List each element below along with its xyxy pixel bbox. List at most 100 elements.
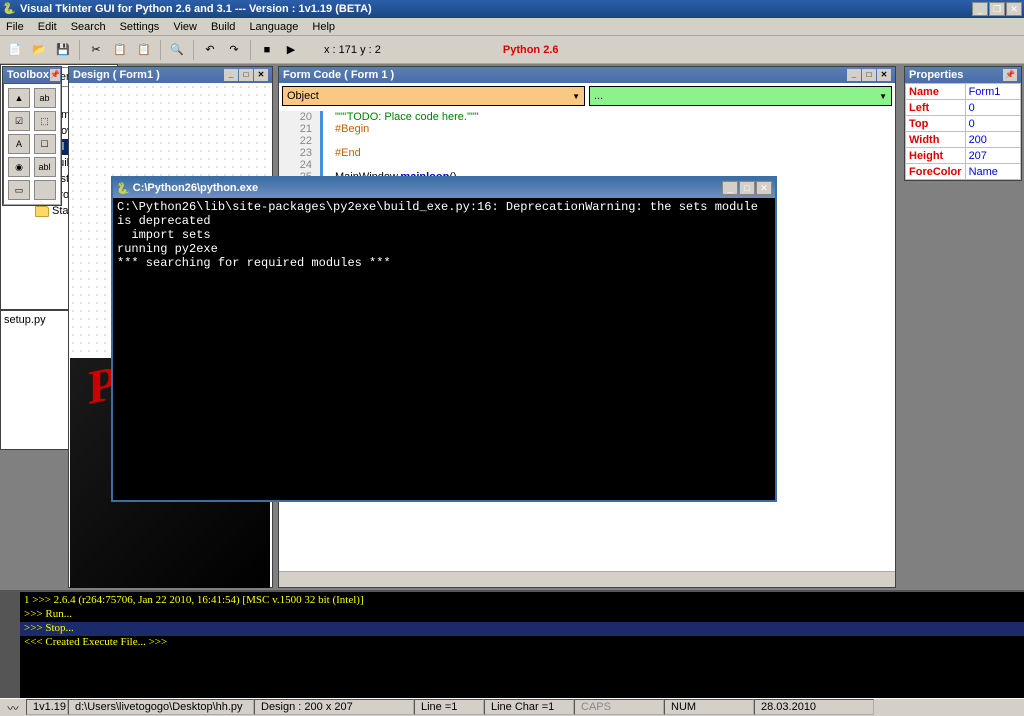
design-title-label: Design ( Form1 ) bbox=[73, 69, 160, 81]
folder-icon bbox=[35, 206, 49, 217]
toolbox-title: Toolbox 📌 bbox=[3, 67, 61, 83]
object-combo-label: Object bbox=[287, 90, 319, 102]
console-minimize-button[interactable]: _ bbox=[722, 181, 738, 195]
minimize-button[interactable]: _ bbox=[972, 2, 988, 16]
toolbar: 📄 📂 💾 ✂ 📋 📋 🔍 ↶ ↷ ■ ▶ x : 171 y : 2 Pyth… bbox=[0, 36, 1024, 64]
stop-button[interactable]: ■ bbox=[256, 39, 278, 61]
console-output[interactable]: C:\Python26\lib\site-packages\py2exe\bui… bbox=[113, 198, 775, 272]
new-button[interactable]: 📄 bbox=[4, 39, 26, 61]
console-icon: 🐍 bbox=[116, 182, 130, 195]
toolbox-panel: Toolbox 📌 ▲ab☑⬚A☐◉abl▭ bbox=[2, 66, 62, 206]
close-button[interactable]: ✕ bbox=[1006, 2, 1022, 16]
menu-help[interactable]: Help bbox=[312, 21, 335, 33]
prop-row[interactable]: ForeColorName bbox=[906, 164, 1021, 180]
maximize-button[interactable]: ❐ bbox=[989, 2, 1005, 16]
menu-settings[interactable]: Settings bbox=[120, 21, 160, 33]
menubar: File Edit Search Settings View Build Language H… bbox=[0, 18, 1024, 36]
tool-1[interactable]: ab bbox=[34, 88, 56, 108]
status-cell: Design : 200 x 207 bbox=[254, 699, 414, 715]
prop-row[interactable]: Width200 bbox=[906, 132, 1021, 148]
output-line[interactable]: >>> Run... bbox=[20, 608, 1024, 622]
code-line[interactable]: 23#End bbox=[279, 147, 895, 159]
menu-language[interactable]: Language bbox=[249, 21, 298, 33]
properties-title: Properties 📌 bbox=[905, 67, 1021, 83]
prop-row[interactable]: Height207 bbox=[906, 148, 1021, 164]
menu-view[interactable]: View bbox=[173, 21, 197, 33]
save-button[interactable]: 💾 bbox=[52, 39, 74, 61]
console-window: 🐍 C:\Python26\python.exe _ □ ✕ C:\Python… bbox=[111, 176, 777, 502]
statusbar: 〰 1v1.19d:\Users\livetogogo\Desktop\hh.p… bbox=[0, 698, 1024, 716]
status-icon: 〰 bbox=[0, 699, 26, 716]
formcode-title: Form Code ( Form 1 ) _ □ ✕ bbox=[279, 67, 895, 83]
design-min-button[interactable]: _ bbox=[224, 69, 238, 81]
code-line[interactable]: 20"""TODO: Place code here.""" bbox=[279, 111, 895, 123]
prop-row[interactable]: NameForm1 bbox=[906, 84, 1021, 100]
properties-table: NameForm1Left0Top0Width200Height207ForeC… bbox=[905, 83, 1021, 180]
menu-search[interactable]: Search bbox=[71, 21, 106, 33]
tool-3[interactable]: ⬚ bbox=[34, 111, 56, 131]
mouse-coords: x : 171 y : 2 bbox=[324, 44, 381, 56]
tool-9[interactable] bbox=[34, 180, 56, 200]
status-cell: 1v1.19 bbox=[26, 699, 68, 715]
code-line[interactable]: 24 bbox=[279, 159, 895, 171]
find-button[interactable]: 🔍 bbox=[166, 39, 188, 61]
object-combo[interactable]: Object▼ bbox=[282, 86, 585, 106]
output-gutter bbox=[0, 592, 20, 698]
undo-button[interactable]: ↶ bbox=[199, 39, 221, 61]
event-combo-label: ... bbox=[594, 90, 603, 102]
tool-7[interactable]: abl bbox=[34, 157, 56, 177]
output-panel: 1 >>> 2.6.4 (r264:75706, Jan 22 2010, 16… bbox=[0, 590, 1024, 698]
menu-build[interactable]: Build bbox=[211, 21, 235, 33]
status-cell: 28.03.2010 bbox=[754, 699, 874, 715]
code-line[interactable]: 22 bbox=[279, 135, 895, 147]
code-line[interactable]: 21#Begin bbox=[279, 123, 895, 135]
tool-6[interactable]: ◉ bbox=[8, 157, 30, 177]
toolbox-title-label: Toolbox bbox=[7, 69, 49, 81]
python-version: Python 2.6 bbox=[503, 44, 559, 56]
design-close-button[interactable]: ✕ bbox=[254, 69, 268, 81]
console-titlebar: 🐍 C:\Python26\python.exe _ □ ✕ bbox=[113, 178, 775, 198]
tool-0[interactable]: ▲ bbox=[8, 88, 30, 108]
workspace: Toolbox 📌 ▲ab☑⬚A☐◉abl▭ Design ( Form1 ) … bbox=[0, 64, 1024, 590]
output-line[interactable]: 1 >>> 2.6.4 (r264:75706, Jan 22 2010, 16… bbox=[20, 594, 1024, 608]
console-maximize-button[interactable]: □ bbox=[739, 181, 755, 195]
run-button[interactable]: ▶ bbox=[280, 39, 302, 61]
app-icon: 🐍 bbox=[2, 2, 16, 16]
copy-button[interactable]: 📋 bbox=[109, 39, 131, 61]
output-lines[interactable]: 1 >>> 2.6.4 (r264:75706, Jan 22 2010, 16… bbox=[20, 592, 1024, 652]
status-cell: d:\Users\livetogogo\Desktop\hh.py bbox=[68, 699, 254, 715]
formcode-title-label: Form Code ( Form 1 ) bbox=[283, 69, 394, 81]
status-cell: Line =1 bbox=[414, 699, 484, 715]
menu-edit[interactable]: Edit bbox=[38, 21, 57, 33]
paste-button[interactable]: 📋 bbox=[133, 39, 155, 61]
formcode-min-button[interactable]: _ bbox=[847, 69, 861, 81]
console-close-button[interactable]: ✕ bbox=[756, 181, 772, 195]
tool-2[interactable]: ☑ bbox=[8, 111, 30, 131]
toolbox-body: ▲ab☑⬚A☐◉abl▭ bbox=[3, 83, 61, 205]
code-hscrollbar[interactable] bbox=[279, 571, 895, 587]
redo-button[interactable]: ↷ bbox=[223, 39, 245, 61]
properties-title-label: Properties bbox=[909, 69, 963, 81]
formcode-close-button[interactable]: ✕ bbox=[877, 69, 891, 81]
prop-row[interactable]: Left0 bbox=[906, 100, 1021, 116]
open-button[interactable]: 📂 bbox=[28, 39, 50, 61]
cut-button[interactable]: ✂ bbox=[85, 39, 107, 61]
properties-panel: Properties 📌 NameForm1Left0Top0Width200H… bbox=[904, 66, 1022, 181]
output-line[interactable]: <<< Created Execute File... >>> bbox=[20, 636, 1024, 650]
tool-5[interactable]: ☐ bbox=[34, 134, 56, 154]
prop-row[interactable]: Top0 bbox=[906, 116, 1021, 132]
window-title: Visual Tkinter GUI for Python 2.6 and 3.… bbox=[20, 3, 972, 15]
status-cell: CAPS bbox=[574, 699, 664, 715]
properties-pin-button[interactable]: 📌 bbox=[1003, 69, 1017, 81]
tool-8[interactable]: ▭ bbox=[8, 180, 30, 200]
console-title-label: C:\Python26\python.exe bbox=[133, 182, 722, 194]
menu-file[interactable]: File bbox=[6, 21, 24, 33]
output-line[interactable]: >>> Stop... bbox=[20, 622, 1024, 636]
toolbox-pin-button[interactable]: 📌 bbox=[50, 69, 60, 81]
formcode-max-button[interactable]: □ bbox=[862, 69, 876, 81]
main-titlebar: 🐍 Visual Tkinter GUI for Python 2.6 and … bbox=[0, 0, 1024, 18]
design-max-button[interactable]: □ bbox=[239, 69, 253, 81]
status-cell: Line Char =1 bbox=[484, 699, 574, 715]
event-combo[interactable]: ...▼ bbox=[589, 86, 892, 106]
tool-4[interactable]: A bbox=[8, 134, 30, 154]
